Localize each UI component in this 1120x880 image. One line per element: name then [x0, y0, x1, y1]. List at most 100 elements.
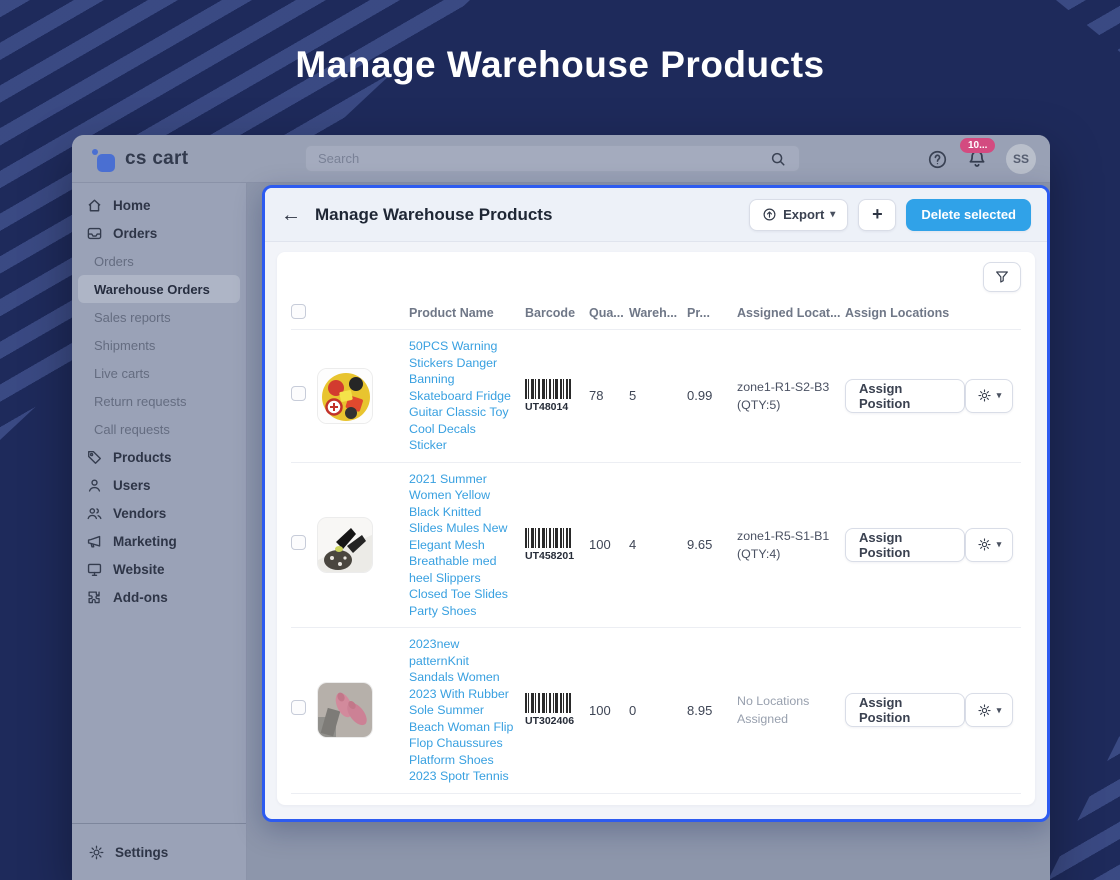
assigned-location: zone1-R1-S2-B3 (QTY:5)	[737, 379, 830, 412]
sidebar-item-vendors[interactable]: Vendors	[72, 499, 246, 527]
product-image[interactable]	[317, 516, 373, 573]
chevron-down-icon: ▾	[996, 390, 1002, 401]
assigned-location: No Locations Assigned	[737, 694, 810, 727]
sidebar-item-website[interactable]: Website	[72, 555, 246, 583]
row-checkbox[interactable]	[291, 385, 306, 401]
assign-position-button[interactable]: Assign Position	[845, 378, 965, 413]
addons-icon	[86, 589, 103, 606]
table-row: 50PCS Warning Stickers Danger Banning Sk…	[291, 330, 1021, 463]
users-icon	[86, 477, 103, 494]
panel-title: Manage Warehouse Products	[315, 204, 553, 224]
col-header-warehouse[interactable]: Wareh...	[629, 306, 687, 320]
sidebar-item-products[interactable]: Products	[72, 443, 246, 471]
search-icon[interactable]	[767, 148, 789, 170]
product-image[interactable]	[317, 367, 373, 424]
quantity-value: 100	[589, 702, 611, 718]
notification-badge[interactable]: 10...	[960, 138, 996, 153]
quantity-value: 78	[589, 388, 604, 404]
sidebar-item-orders[interactable]: Orders	[72, 219, 246, 247]
row-actions-gear-button[interactable]: ▾	[965, 378, 1013, 413]
gear-icon	[978, 538, 991, 551]
sidebar-item-home[interactable]: Home	[72, 191, 246, 219]
website-icon	[86, 561, 103, 578]
products-table-card: Product Name Barcode Qua... Wareh... Pr.…	[277, 252, 1035, 805]
col-header-barcode[interactable]: Barcode	[525, 306, 589, 320]
export-icon	[762, 207, 777, 222]
export-button[interactable]: Export ▾	[749, 198, 849, 231]
assign-position-button[interactable]: Assign Position	[845, 693, 965, 728]
sidebar-item-live-carts[interactable]: Live carts	[78, 359, 240, 387]
gear-icon	[978, 704, 991, 717]
logo-text: cs cart	[125, 148, 189, 169]
help-icon[interactable]	[926, 148, 948, 170]
settings-gear-icon	[88, 844, 105, 861]
home-icon	[86, 197, 103, 214]
sidebar-item-add-ons[interactable]: Add-ons	[72, 583, 246, 611]
product-name-link[interactable]: 2021 Summer Women Yellow Black Knitted S…	[409, 471, 517, 620]
col-header-assign-locations: Assign Locations	[845, 305, 950, 320]
quantity-value: 100	[589, 537, 611, 553]
price-value: 0.99	[687, 388, 713, 404]
table-header: Product Name Barcode Qua... Wareh... Pr.…	[291, 296, 1021, 330]
warehouse-value: 4	[629, 537, 637, 553]
back-arrow-icon[interactable]: ←	[281, 205, 301, 225]
table-row: 2023new patternKnit Sandals Women 2023 W…	[291, 628, 1021, 794]
price-value: 9.65	[687, 537, 713, 553]
sidebar-item-call-requests[interactable]: Call requests	[78, 415, 240, 443]
barcode-value: UT48014	[525, 400, 569, 413]
avatar[interactable]: SS	[1006, 144, 1036, 174]
chevron-down-icon: ▾	[996, 539, 1002, 550]
barcode-image	[525, 693, 571, 714]
manage-warehouse-products-panel: ← Manage Warehouse Products Export ▾ + D…	[262, 185, 1050, 822]
corner-stripes-bottom-right	[1048, 735, 1120, 880]
table-row: 2021 Summer Women Yellow Black Knitted S…	[291, 463, 1021, 628]
app-window: cs cart 10...	[72, 135, 1050, 880]
gear-icon	[978, 389, 991, 402]
search-bar[interactable]	[305, 145, 800, 172]
barcode-image	[525, 378, 571, 399]
product-name-link[interactable]: 2023new patternKnit Sandals Women 2023 W…	[409, 636, 517, 785]
vendors-icon	[86, 505, 103, 522]
warehouse-value: 0	[629, 702, 637, 718]
col-header-quantity[interactable]: Qua...	[589, 306, 629, 320]
search-input[interactable]	[316, 150, 767, 167]
row-actions-gear-button[interactable]: ▾	[965, 527, 1013, 562]
barcode-image	[525, 527, 571, 548]
row-checkbox[interactable]	[291, 700, 306, 716]
product-name-link[interactable]: 50PCS Warning Stickers Danger Banning Sk…	[409, 338, 517, 454]
marketing-icon	[86, 533, 103, 550]
add-button[interactable]: +	[858, 198, 897, 231]
col-header-assigned-locations[interactable]: Assigned Locat...	[737, 306, 845, 320]
delete-selected-button[interactable]: Delete selected	[906, 198, 1031, 231]
sidebar-item-warehouse-orders[interactable]: Warehouse Orders	[78, 275, 240, 303]
product-image[interactable]	[317, 682, 373, 739]
products-icon	[86, 449, 103, 466]
warehouse-value: 5	[629, 388, 637, 404]
row-actions-gear-button[interactable]: ▾	[965, 693, 1013, 728]
panel-header: ← Manage Warehouse Products Export ▾ + D…	[265, 188, 1047, 242]
col-header-product-name[interactable]: Product Name	[409, 306, 525, 320]
sidebar-item-shipments[interactable]: Shipments	[78, 331, 240, 359]
row-checkbox[interactable]	[291, 534, 306, 550]
assign-position-button[interactable]: Assign Position	[845, 527, 965, 562]
sidebar-item-sales-reports[interactable]: Sales reports	[78, 303, 240, 331]
orders-icon	[86, 225, 103, 242]
page-title: Manage Warehouse Products	[295, 44, 825, 85]
chevron-down-icon: ▾	[996, 704, 1002, 715]
assigned-location: zone1-R5-S1-B1 (QTY:4)	[737, 528, 830, 561]
sidebar-item-settings[interactable]: Settings	[72, 823, 246, 880]
sidebar-item-return-requests[interactable]: Return requests	[78, 387, 240, 415]
cs-cart-logo[interactable]: cs cart	[92, 146, 188, 172]
notifications[interactable]: 10...	[960, 138, 996, 170]
sidebar-item-orders-sub[interactable]: Orders	[78, 247, 240, 275]
cs-cart-logo-icon	[92, 146, 116, 172]
col-header-price[interactable]: Pr...	[687, 306, 737, 320]
sidebar-item-users[interactable]: Users	[72, 471, 246, 499]
sidebar-item-marketing[interactable]: Marketing	[72, 527, 246, 555]
sidebar: Home Orders Orders Warehouse Orders Sale…	[72, 183, 247, 880]
select-all-checkbox[interactable]	[291, 303, 306, 319]
topbar-right: 10... SS	[926, 135, 1036, 183]
barcode-value: UT458201	[525, 549, 575, 562]
filter-button[interactable]	[983, 262, 1021, 292]
price-value: 8.95	[687, 702, 713, 718]
